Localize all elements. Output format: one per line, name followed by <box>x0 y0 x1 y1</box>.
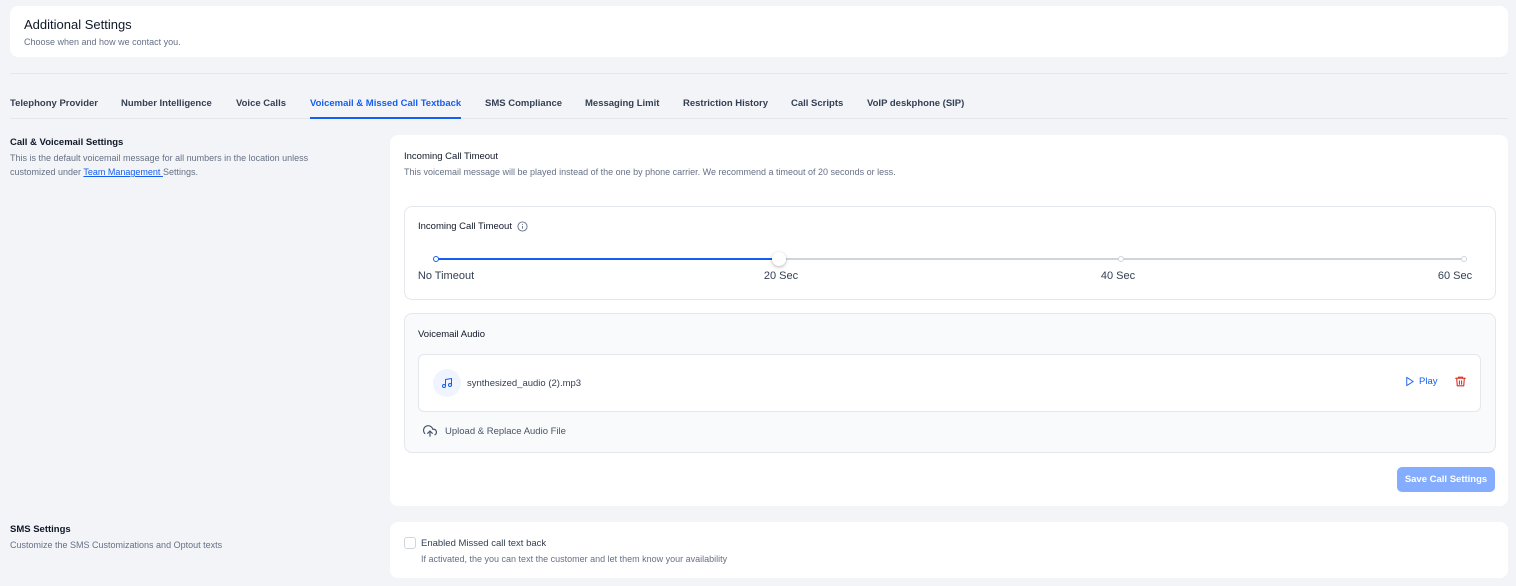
mark-40-sec[interactable]: 40 Sec <box>1101 270 1135 282</box>
play-label: Play <box>1419 376 1438 387</box>
sms-settings-title: SMS Settings <box>10 524 71 535</box>
tab-sms-compliance[interactable]: SMS Compliance <box>485 96 562 119</box>
header-divider <box>10 73 1508 74</box>
header-card: Additional Settings Choose when and how … <box>10 6 1508 57</box>
music-note-icon <box>433 369 461 397</box>
page-subtitle: Choose when and how we contact you. <box>24 37 181 47</box>
sms-settings-card: Enabled Missed call text back If activat… <box>390 522 1508 578</box>
desc-suffix: Settings. <box>162 167 198 177</box>
tab-telephony-provider[interactable]: Telephony Provider <box>10 96 98 119</box>
timeout-slider-fill <box>436 258 779 260</box>
upload-replace-audio-button[interactable]: Upload & Replace Audio File <box>423 424 566 438</box>
timeout-slider-handle[interactable] <box>771 252 786 266</box>
save-call-settings-button[interactable]: Save Call Settings <box>1397 467 1495 492</box>
delete-audio-button[interactable] <box>1454 375 1467 393</box>
slider-tick <box>433 256 439 262</box>
voicemail-audio-box: Voicemail Audio synthesized_audio (2).mp… <box>404 313 1496 453</box>
trash-icon <box>1455 376 1466 387</box>
sms-settings-desc: Customize the SMS Customizations and Opt… <box>10 540 223 550</box>
settings-tabs: Telephony Provider Number Intelligence V… <box>10 96 1508 119</box>
page-title: Additional Settings <box>24 17 132 32</box>
tab-number-intelligence[interactable]: Number Intelligence <box>121 96 212 119</box>
call-voicemail-settings-desc: This is the default voicemail message fo… <box>10 151 380 179</box>
desc-line: This is the default voicemail message fo… <box>10 153 309 163</box>
mark-60-sec[interactable]: 60 Sec <box>1438 270 1472 282</box>
tab-messaging-limit[interactable]: Messaging Limit <box>585 96 659 119</box>
missed-call-textback-desc: If activated, the you can text the custo… <box>421 554 728 564</box>
timeout-slider-box: Incoming Call Timeout No Timeout 20 Sec … <box>404 206 1496 300</box>
slider-tick <box>1461 256 1467 262</box>
slider-label: Incoming Call Timeout <box>418 221 528 232</box>
call-settings-card: Incoming Call Timeout This voicemail mes… <box>390 135 1508 506</box>
mark-20-sec[interactable]: 20 Sec <box>764 270 798 282</box>
timeout-slider-track[interactable] <box>433 252 1467 266</box>
missed-call-textback-label[interactable]: Enabled Missed call text back <box>421 538 546 549</box>
play-button[interactable]: Play <box>1404 376 1437 387</box>
tab-voip-deskphone[interactable]: VoIP deskphone (SIP) <box>867 96 964 119</box>
info-icon[interactable] <box>517 221 528 232</box>
incoming-call-timeout-title: Incoming Call Timeout <box>404 151 498 162</box>
missed-call-textback-checkbox[interactable] <box>404 537 416 549</box>
audio-file-row: synthesized_audio (2).mp3 Play <box>418 354 1481 412</box>
slider-label-text: Incoming Call Timeout <box>418 221 512 232</box>
tab-call-scripts[interactable]: Call Scripts <box>791 96 843 119</box>
tab-voice-calls[interactable]: Voice Calls <box>236 96 286 119</box>
desc-line-2: customized under Team Management Setting… <box>10 165 380 179</box>
upload-label: Upload & Replace Audio File <box>445 425 566 437</box>
play-icon <box>1406 376 1414 387</box>
audio-file-name: synthesized_audio (2).mp3 <box>467 378 582 389</box>
cloud-upload-icon <box>423 425 437 437</box>
mark-no-timeout[interactable]: No Timeout <box>418 270 474 282</box>
incoming-call-timeout-desc: This voicemail message will be played in… <box>404 167 896 177</box>
tab-voicemail-missed-call-textback[interactable]: Voicemail & Missed Call Textback <box>310 96 462 119</box>
team-management-link[interactable]: Team Management <box>83 167 163 177</box>
call-voicemail-settings-title: Call & Voicemail Settings <box>10 137 124 148</box>
slider-tick <box>1118 256 1125 262</box>
voicemail-audio-title: Voicemail Audio <box>418 329 486 340</box>
desc-prefix: customized under <box>10 167 84 177</box>
tab-restriction-history[interactable]: Restriction History <box>683 96 768 119</box>
